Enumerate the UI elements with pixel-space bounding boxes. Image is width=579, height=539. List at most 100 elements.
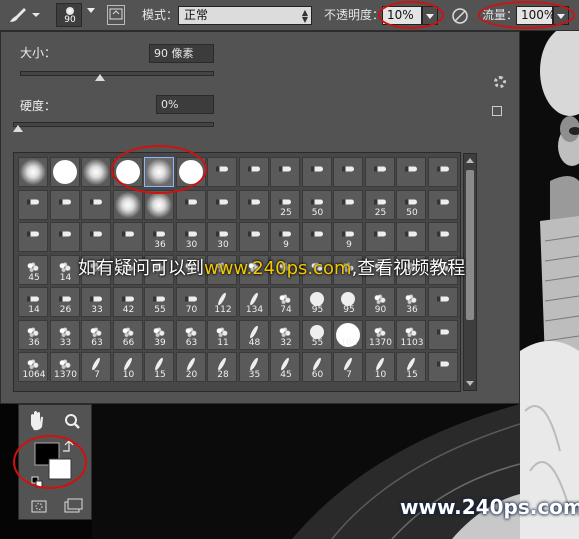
brush-preset-cell[interactable]: 7 (333, 352, 363, 382)
size-input[interactable]: 90 像素 (149, 44, 214, 63)
brush-preset-cell[interactable] (81, 222, 111, 252)
brush-tool-button[interactable] (4, 4, 42, 26)
brush-preset-cell[interactable] (333, 157, 363, 187)
brush-preset-cell[interactable] (112, 189, 143, 220)
brush-preset-cell[interactable]: 11 (207, 319, 237, 350)
brush-preset-cell[interactable]: 39 (144, 319, 174, 350)
brush-preset-cell[interactable]: 33 (81, 287, 111, 317)
brush-preset-cell[interactable] (427, 287, 458, 317)
hardness-input[interactable]: 0% (156, 95, 214, 114)
preset-picker-chevron-icon[interactable] (87, 8, 95, 13)
brush-preset-cell[interactable] (427, 157, 458, 187)
brush-preset-cell[interactable]: 14 (18, 287, 48, 317)
brush-preset-cell[interactable]: 9 (270, 222, 300, 252)
brush-preset-cell[interactable]: 70 (175, 287, 206, 317)
brush-preset-cell[interactable]: 63 (81, 319, 111, 350)
brush-preset-cell[interactable]: 7 (81, 352, 111, 382)
brush-preset-cell[interactable]: 45 (18, 254, 48, 285)
brush-preset-cell[interactable]: 1370 (49, 352, 80, 382)
hardness-slider-thumb[interactable] (13, 125, 23, 132)
brush-preset-cell[interactable]: 20 (175, 352, 206, 382)
brush-preset-cell[interactable] (49, 157, 80, 187)
brush-preset-cell[interactable]: 50 (301, 189, 332, 220)
brush-preset-cell[interactable]: 55 (144, 287, 174, 317)
size-slider-thumb[interactable] (94, 74, 105, 81)
brush-preset-cell[interactable]: 1064 (18, 352, 48, 382)
brush-preset-cell[interactable]: 35 (238, 352, 269, 382)
brush-preset-cell[interactable]: 50 (396, 189, 426, 220)
brush-preset-cell[interactable]: 30 (207, 222, 237, 252)
brush-preset-cell[interactable] (49, 189, 80, 220)
brush-preset-cell[interactable] (427, 352, 458, 382)
brush-preset-cell[interactable]: 10 (112, 352, 143, 382)
brush-preset-cell[interactable]: 14 (49, 254, 80, 285)
brush-preset-cell[interactable] (144, 189, 174, 220)
brush-preset-cell[interactable]: 100 (333, 319, 363, 350)
brush-preset-cell[interactable]: 90 (364, 287, 395, 317)
brush-preset-cell[interactable]: 9 (333, 222, 363, 252)
brush-preset-cell[interactable]: 60 (301, 352, 332, 382)
brush-preset-cell[interactable]: 28 (207, 352, 237, 382)
brush-preset-cell[interactable] (427, 222, 458, 252)
scrollbar-thumb[interactable] (466, 170, 474, 320)
brush-preset-cell[interactable]: 74 (270, 287, 300, 317)
brush-preset-cell[interactable] (238, 222, 269, 252)
brush-preset-cell[interactable] (207, 157, 237, 187)
brush-preset-cell[interactable] (207, 189, 237, 220)
brush-preset-cell[interactable]: 42 (112, 287, 143, 317)
brush-preset-cell[interactable]: 45 (270, 352, 300, 382)
gear-icon[interactable] (494, 76, 506, 88)
brush-preset-cell[interactable] (364, 222, 395, 252)
brush-panel-toggle-button[interactable] (107, 5, 125, 25)
brush-preset-cell[interactable] (427, 319, 458, 350)
brush-preset-cell[interactable]: 66 (112, 319, 143, 350)
brush-preset-cell[interactable]: 36 (144, 222, 174, 252)
brush-preset-cell[interactable]: 95 (333, 287, 363, 317)
brush-preset-cell[interactable] (18, 222, 48, 252)
brush-preset-cell[interactable]: 33 (49, 319, 80, 350)
size-slider-track[interactable] (20, 71, 214, 76)
brush-preset-cell[interactable] (238, 157, 269, 187)
brush-preset-cell[interactable] (427, 189, 458, 220)
brush-preset-cell[interactable]: 15 (144, 352, 174, 382)
new-preset-icon[interactable] (492, 106, 502, 116)
brush-preset-picker[interactable]: 90 (56, 3, 82, 27)
brush-preset-cell[interactable]: 134 (238, 287, 269, 317)
brush-preset-cell[interactable] (18, 189, 48, 220)
brush-preset-cell[interactable]: 32 (270, 319, 300, 350)
brush-preset-cell[interactable]: 55 (301, 319, 332, 350)
brush-preset-cell[interactable]: 30 (175, 222, 206, 252)
brush-preset-cell[interactable]: 25 (364, 189, 395, 220)
scroll-down-icon[interactable] (466, 381, 474, 386)
brush-preset-cell[interactable]: 15 (396, 352, 426, 382)
brush-preset-cell[interactable] (270, 157, 300, 187)
brush-preset-cell[interactable]: 48 (238, 319, 269, 350)
blend-mode-select[interactable]: 正常 ▲ ▼ (178, 6, 312, 25)
brush-preset-cell[interactable] (333, 189, 363, 220)
brush-preset-cell[interactable] (364, 157, 395, 187)
brush-preset-cell[interactable]: 26 (49, 287, 80, 317)
brush-preset-cell[interactable]: 36 (396, 287, 426, 317)
scroll-up-icon[interactable] (466, 158, 474, 163)
brush-preset-cell[interactable]: 25 (270, 189, 300, 220)
brush-preset-cell[interactable]: 1103 (396, 319, 426, 350)
brush-preset-cell[interactable]: 10 (364, 352, 395, 382)
brush-preset-cell[interactable] (175, 189, 206, 220)
pressure-opacity-button[interactable] (450, 6, 470, 26)
brush-preset-cell[interactable] (396, 157, 426, 187)
brush-preset-cell[interactable] (49, 222, 80, 252)
brush-preset-cell[interactable] (81, 189, 111, 220)
brush-preset-cell[interactable] (396, 222, 426, 252)
brush-preset-cell[interactable]: 63 (175, 319, 206, 350)
brush-preset-cell[interactable] (81, 157, 111, 187)
brush-preset-cell[interactable] (238, 189, 269, 220)
brush-preset-cell[interactable]: 112 (207, 287, 237, 317)
brush-preset-cell[interactable]: 1370 (364, 319, 395, 350)
brush-preset-cell[interactable] (18, 157, 48, 187)
brush-preset-cell[interactable] (112, 222, 143, 252)
brush-preset-cell[interactable]: 36 (18, 319, 48, 350)
brush-preset-cell[interactable] (301, 222, 332, 252)
hardness-slider-track[interactable] (13, 122, 214, 127)
brush-preset-cell[interactable] (301, 157, 332, 187)
brush-preset-cell[interactable]: 95 (301, 287, 332, 317)
